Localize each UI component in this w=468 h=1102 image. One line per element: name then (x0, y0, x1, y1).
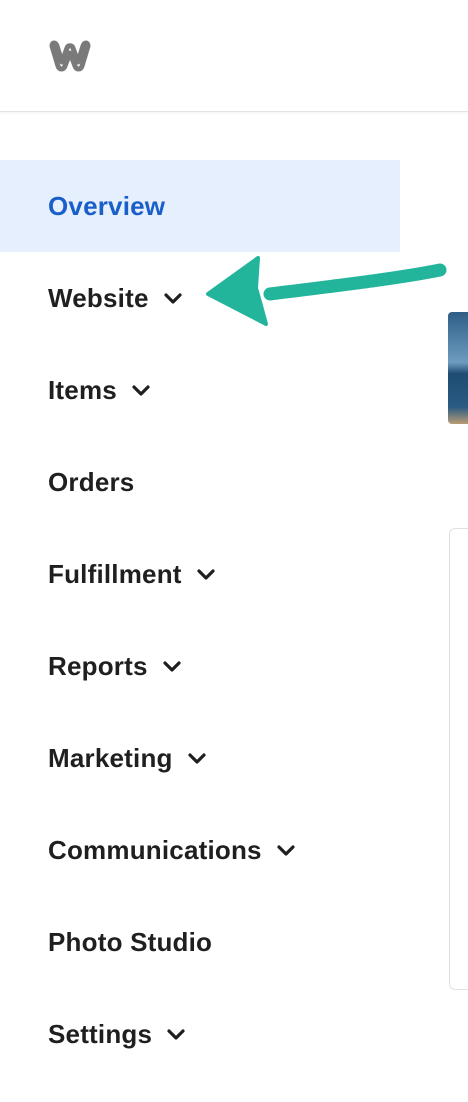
sidebar-item-label: Settings (48, 1018, 153, 1049)
sidebar-item-label: Communications (48, 834, 262, 865)
sidebar-item-overview[interactable]: Overview (0, 160, 400, 252)
sidebar-item-label: Overview (48, 190, 166, 221)
top-header (0, 0, 468, 112)
sidebar-item-label: Photo Studio (48, 926, 213, 957)
annotation-arrow-icon (206, 256, 447, 326)
sidebar-item-items[interactable]: Items (0, 344, 400, 436)
sidebar-item-photo-studio[interactable]: Photo Studio (0, 896, 400, 988)
chevron-down-icon (163, 661, 181, 672)
sidebar-item-marketing[interactable]: Marketing (0, 712, 400, 804)
sidebar-item-label: Items (48, 374, 117, 405)
chevron-down-icon (188, 753, 206, 764)
chevron-down-icon (167, 1029, 185, 1040)
sidebar-item-communications[interactable]: Communications (0, 804, 400, 896)
sidebar-item-label: Website (48, 282, 149, 313)
sidebar-item-label: Fulfillment (48, 558, 182, 589)
weebly-logo-icon[interactable] (46, 38, 94, 74)
sidebar-item-label: Marketing (48, 742, 173, 773)
hero-image-thumbnail (448, 312, 468, 424)
chevron-down-icon (277, 845, 295, 856)
chevron-down-icon (197, 569, 215, 580)
sidebar-item-label: Reports (48, 650, 148, 681)
sidebar-item-label: Orders (48, 466, 135, 497)
content-card (449, 528, 468, 990)
chevron-down-icon (132, 385, 150, 396)
sidebar-item-fulfillment[interactable]: Fulfillment (0, 528, 400, 620)
sidebar-item-settings[interactable]: Settings (0, 988, 400, 1080)
chevron-down-icon (164, 293, 182, 304)
sidebar-item-orders[interactable]: Orders (0, 436, 400, 528)
sidebar-item-reports[interactable]: Reports (0, 620, 400, 712)
